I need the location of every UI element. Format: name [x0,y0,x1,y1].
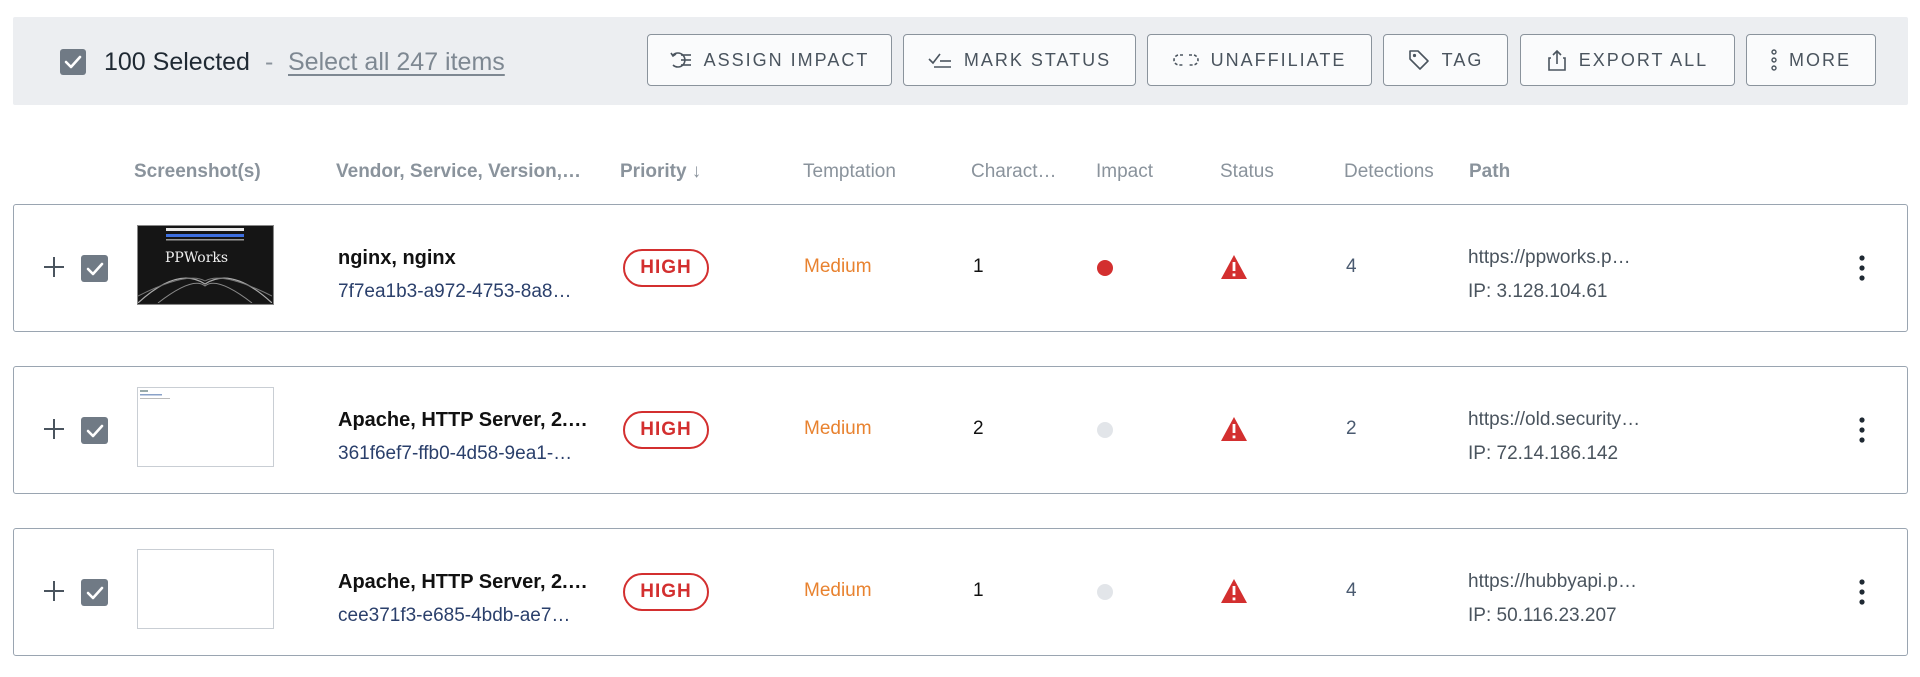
impact-dot-icon[interactable] [1097,260,1113,276]
table-row[interactable]: Apache, HTTP Server, 2.… cee371f3-e685-4… [13,528,1908,656]
impact-dot-icon[interactable] [1097,422,1113,438]
thumbnail-image: PPWorks [138,226,273,304]
bulk-action-toolbar: 100 Selected - Select all 247 items ASSI… [13,17,1908,105]
path-url[interactable]: https://old.security… [1468,409,1640,431]
mark-status-icon [928,53,951,68]
export-icon [1547,49,1566,71]
path-url[interactable]: https://ppworks.p… [1468,247,1631,269]
tag-button[interactable]: TAG [1383,34,1508,86]
path-ip: IP: 72.14.186.142 [1468,443,1619,464]
column-header-detections[interactable]: Detections [1344,160,1434,184]
unlink-icon [1172,54,1199,66]
column-header-impact[interactable]: Impact [1096,160,1153,184]
temptation-value: Medium [804,418,872,439]
tag-label: TAG [1441,49,1484,70]
screenshot-thumbnail[interactable]: PPWorks [137,225,274,305]
impact-dot-icon[interactable] [1097,584,1113,600]
asset-id-link[interactable]: cee371f3-e685-4bdb-ae7… [338,605,594,627]
vendor-name: Apache, HTTP Server, 2.… [338,571,588,593]
assign-impact-label: ASSIGN IMPACT [703,49,870,70]
warning-triangle-icon[interactable] [1220,254,1248,280]
row-menu-icon[interactable] [1852,415,1872,445]
unaffiliate-label: UNAFFILIATE [1210,49,1347,70]
tag-icon [1408,50,1429,70]
vertical-dots-icon [1771,49,1777,71]
thumbnail-image [140,390,170,399]
column-header-priority[interactable]: Priority ↓ [620,160,701,184]
column-header-status[interactable]: Status [1220,160,1274,184]
detections-count: 2 [1346,418,1357,439]
mark-status-label: MARK STATUS [963,49,1112,70]
screenshot-thumbnail[interactable] [137,387,274,467]
table-row[interactable]: Apache, HTTP Server, 2.… 361f6ef7-ffb0-4… [13,366,1908,494]
warning-triangle-icon[interactable] [1220,416,1248,442]
characteristics-count: 2 [973,418,984,439]
select-all-link[interactable]: Select all 247 items [288,47,505,77]
checkmark-icon [86,586,103,599]
vendor-name: Apache, HTTP Server, 2.… [338,409,588,431]
expand-plus-icon[interactable] [40,577,68,605]
detections-count: 4 [1346,580,1357,601]
column-header-screenshots[interactable]: Screenshot(s) [134,160,261,184]
path-ip: IP: 50.116.23.207 [1468,605,1617,626]
row-checkbox[interactable] [81,255,108,282]
unaffiliate-button[interactable]: UNAFFILIATE [1147,34,1372,86]
path-url[interactable]: https://hubbyapi.p… [1468,571,1637,593]
expand-plus-icon[interactable] [40,253,68,281]
path-ip: IP: 3.128.104.61 [1468,281,1608,302]
expand-plus-icon[interactable] [40,415,68,443]
assign-impact-icon [669,52,691,68]
more-button[interactable]: MORE [1746,34,1876,86]
mark-status-button[interactable]: MARK STATUS [903,34,1136,86]
column-header-charact[interactable]: Charact… [971,160,1057,184]
export-all-label: EXPORT ALL [1578,49,1709,70]
detections-count: 4 [1346,256,1357,277]
temptation-value: Medium [804,256,872,277]
column-header-vendor[interactable]: Vendor, Service, Version,… [336,160,581,184]
checkmark-icon [86,262,103,275]
more-label: MORE [1789,49,1851,70]
assign-impact-button[interactable]: ASSIGN IMPACT [647,34,892,86]
checkmark-icon [64,55,82,69]
screenshot-thumbnail[interactable] [137,549,274,629]
select-checkbox[interactable] [60,49,86,75]
separator-dash: - [265,48,274,76]
row-menu-icon[interactable] [1852,577,1872,607]
export-all-button[interactable]: EXPORT ALL [1520,34,1735,86]
characteristics-count: 1 [973,256,984,277]
priority-badge: HIGH [623,249,709,287]
row-menu-icon[interactable] [1852,253,1872,283]
thumbnail-logo-text: PPWorks [165,250,228,266]
checkmark-icon [86,424,103,437]
column-header-path[interactable]: Path [1469,160,1510,184]
asset-id-link[interactable]: 7f7ea1b3-a972-4753-8a8… [338,281,594,303]
characteristics-count: 1 [973,580,984,601]
asset-id-link[interactable]: 361f6ef7-ffb0-4d58-9ea1-… [338,443,594,465]
warning-triangle-icon[interactable] [1220,578,1248,604]
selected-count: 100 Selected [104,48,250,76]
table-row[interactable]: PPWorks nginx, nginx 7f7ea1b3-a972-4753-… [13,204,1908,332]
column-header-temptation[interactable]: Temptation [803,160,896,184]
row-checkbox[interactable] [81,417,108,444]
temptation-value: Medium [804,580,872,601]
row-checkbox[interactable] [81,579,108,606]
priority-badge: HIGH [623,573,709,611]
vendor-name: nginx, nginx [338,247,456,269]
priority-badge: HIGH [623,411,709,449]
